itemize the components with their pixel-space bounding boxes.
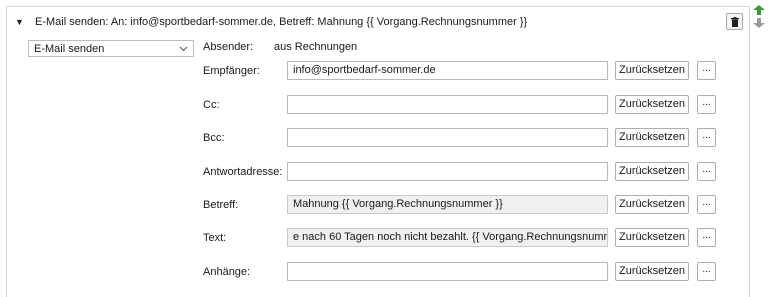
collapse-caret-icon[interactable]: ▼	[15, 17, 25, 27]
field-row-text: Text: e nach 60 Tagen noch nicht bezahlt…	[0, 228, 768, 248]
body-text-input[interactable]: e nach 60 Tagen noch nicht bezahlt. {{ V…	[287, 228, 608, 247]
field-row-bcc: Bcc: Zurücksetzen ...	[0, 128, 768, 148]
more-button[interactable]: ...	[697, 228, 716, 247]
move-down-icon[interactable]	[753, 18, 765, 28]
reply-to-input[interactable]	[287, 162, 608, 181]
reset-button[interactable]: Zurücksetzen	[615, 95, 689, 114]
sender-label: Absender:	[203, 41, 254, 53]
reorder-controls	[753, 5, 765, 31]
more-button[interactable]: ...	[697, 262, 716, 281]
reset-button[interactable]: Zurücksetzen	[615, 61, 689, 80]
subject-input[interactable]: Mahnung {{ Vorgang.Rechnungsnummer }}	[287, 195, 608, 214]
more-button[interactable]: ...	[697, 95, 716, 114]
more-button[interactable]: ...	[697, 128, 716, 147]
reset-button[interactable]: Zurücksetzen	[615, 228, 689, 247]
field-label: Betreff:	[203, 199, 239, 211]
more-button[interactable]: ...	[697, 195, 716, 214]
field-row-attachments: Anhänge: Zurücksetzen ...	[0, 262, 768, 282]
email-action-panel: ▼ E-Mail senden: An: info@sportbedarf-so…	[6, 6, 750, 297]
delete-button[interactable]	[726, 13, 743, 30]
reset-button[interactable]: Zurücksetzen	[615, 195, 689, 214]
reset-button[interactable]: Zurücksetzen	[615, 162, 689, 181]
move-up-icon[interactable]	[753, 5, 765, 15]
bcc-input[interactable]	[287, 128, 608, 147]
more-button[interactable]: ...	[697, 61, 716, 80]
reset-button[interactable]: Zurücksetzen	[615, 262, 689, 281]
field-row-reply-to: Antwortadresse: Zurücksetzen ...	[0, 162, 768, 182]
recipient-input[interactable]: info@sportbedarf-sommer.de	[287, 61, 608, 80]
chevron-down-icon	[179, 46, 188, 52]
field-label: Anhänge:	[203, 266, 251, 278]
more-button[interactable]: ...	[697, 162, 716, 181]
action-type-value: E-Mail senden	[34, 42, 105, 55]
field-row-subject: Betreff: Mahnung {{ Vorgang.Rechnungsnum…	[0, 195, 768, 215]
cc-input[interactable]	[287, 95, 608, 114]
field-row-recipient: Empfänger: info@sportbedarf-sommer.de Zu…	[0, 61, 768, 81]
action-header-title: E-Mail senden: An: info@sportbedarf-somm…	[35, 16, 528, 28]
field-row-cc: Cc: Zurücksetzen ...	[0, 95, 768, 115]
sender-value: aus Rechnungen	[274, 41, 358, 53]
action-header[interactable]: ▼ E-Mail senden: An: info@sportbedarf-so…	[13, 13, 743, 31]
attachments-input[interactable]	[287, 262, 608, 281]
field-label: Cc:	[203, 99, 220, 111]
field-label: Text:	[203, 232, 227, 244]
reset-button[interactable]: Zurücksetzen	[615, 128, 689, 147]
trash-icon	[730, 16, 739, 27]
field-label: Empfänger:	[203, 65, 260, 77]
field-label: Antwortadresse:	[203, 166, 283, 178]
field-label: Bcc:	[203, 132, 225, 144]
action-type-select[interactable]: E-Mail senden	[28, 40, 194, 57]
